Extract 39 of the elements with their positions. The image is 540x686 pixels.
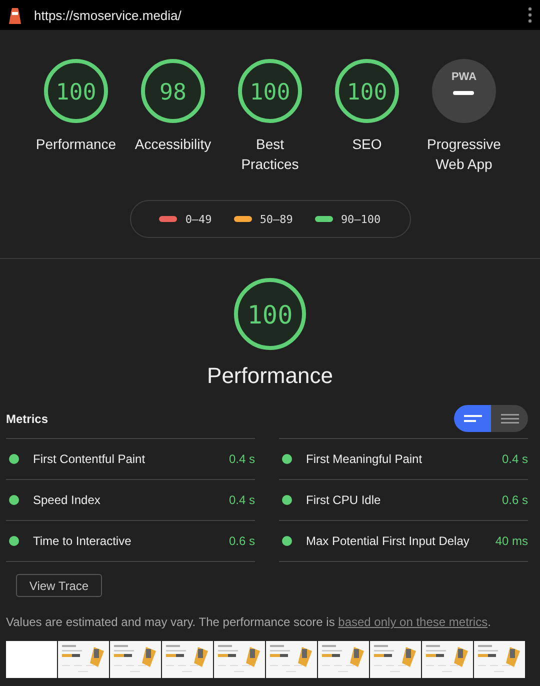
view-trace-button[interactable]: View Trace <box>16 574 102 597</box>
pwa-badge: PWA <box>431 58 497 124</box>
category-label: Progressive Web App <box>426 135 502 174</box>
metrics-link[interactable]: based only on these metrics <box>338 615 488 629</box>
legend-range: 0–49 <box>185 212 212 226</box>
blank-frame <box>6 641 57 678</box>
score-gauge: 100 <box>43 58 109 124</box>
compact-view-toggle[interactable] <box>454 405 491 432</box>
section-heading: Metrics <box>6 412 48 426</box>
list-view-toggle[interactable] <box>491 405 528 432</box>
category-label: SEO <box>352 135 382 154</box>
metric-name: Speed Index <box>33 493 102 507</box>
metric-value: 0.4 s <box>228 452 255 466</box>
score-gauge: 100 <box>237 58 303 124</box>
category-title: Performance <box>207 363 333 389</box>
metric-value: 0.6 s <box>502 493 528 507</box>
list-lines-icon <box>500 414 518 424</box>
category-label: Accessibility <box>134 135 212 154</box>
legend-range: 50–89 <box>260 212 293 226</box>
compact-lines-icon <box>464 414 482 424</box>
metric-name: First Meaningful Paint <box>306 452 424 466</box>
score-gauge: 100 <box>233 277 307 351</box>
category-label: Best Practices <box>240 135 300 174</box>
more-menu-icon[interactable] <box>528 7 532 23</box>
metric-value: 0.4 s <box>228 493 255 507</box>
category-label: Performance <box>36 135 116 154</box>
lighthouse-icon <box>8 6 22 24</box>
metric-value: 0.4 s <box>502 452 528 466</box>
metric-value: 0.6 s <box>228 534 255 548</box>
metric-name: Time to Interactive <box>33 534 132 548</box>
metric-value: 40 ms <box>495 534 528 548</box>
url-text: https://smoservice.media/ <box>34 8 182 22</box>
score-gauge: 100 <box>334 58 400 124</box>
metric-name: First CPU Idle <box>306 493 382 507</box>
metrics-note: Values are estimated and may vary. The performance score is based only on these metrics. <box>6 615 492 629</box>
metric-name: Max Potential First Input Delay <box>306 534 470 548</box>
legend-range: 90–100 <box>340 212 381 226</box>
metric-name: First Contentful Paint <box>33 452 146 466</box>
score-gauge: 98 <box>140 58 206 124</box>
